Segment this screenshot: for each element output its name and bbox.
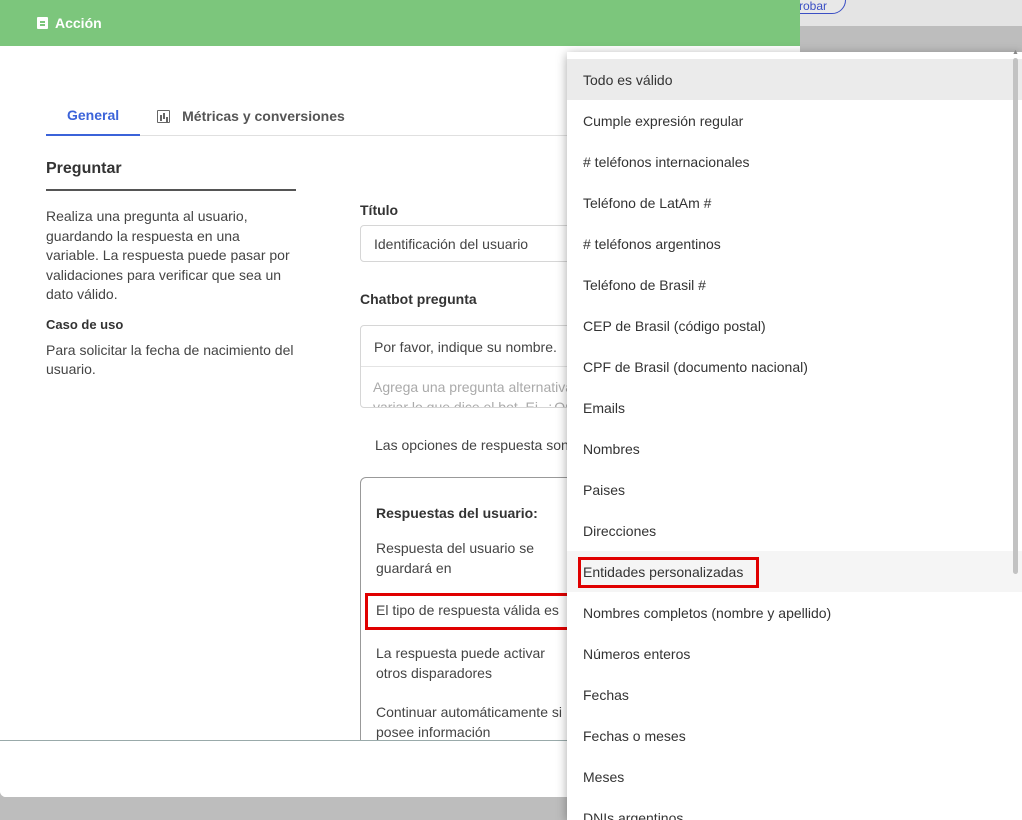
dropdown-option[interactable]: Paises (567, 469, 1022, 510)
alt-placeholder-line2: variar lo que dice el bot. Ej. ¿Qu (373, 399, 573, 408)
scroll-up-arrow-icon[interactable]: ▲ (1012, 49, 1019, 56)
title-input-value: Identificación del usuario (374, 235, 529, 252)
tab-general[interactable]: General (46, 96, 141, 136)
modal-header: Acción (0, 0, 800, 46)
dropdown-option[interactable]: Fechas o meses (567, 715, 1022, 756)
save-variable-text: Respuesta del usuario se guardará en (376, 540, 534, 576)
dropdown-option-label: Todo es válido (583, 71, 673, 88)
tab-general-label: General (67, 107, 120, 123)
use-case-text: Para solicitar la fecha de nacimiento de… (46, 341, 294, 378)
question-textbox: Por favor, indique su nombre. Agrega una… (360, 325, 600, 408)
dropdown-option-label: # teléfonos argentinos (583, 235, 721, 252)
dropdown-option-label: DNIs argentinos (583, 809, 684, 820)
highlight-box-custom-entities (578, 557, 759, 588)
dropdown-option[interactable]: Fechas (567, 674, 1022, 715)
bar-chart-icon (157, 109, 171, 123)
dropdown-option-label: Meses (583, 768, 625, 785)
dropdown-option[interactable]: Todo es válido (567, 59, 1022, 100)
auto-continue-text: Continuar automáticamente si posee infor… (376, 704, 562, 740)
dropdown-option-label: Emails (583, 399, 626, 416)
dropdown-option-label: CPF de Brasil (documento nacional) (583, 358, 808, 375)
dropdown-option[interactable]: CPF de Brasil (documento nacional) (567, 346, 1022, 387)
dropdown-option[interactable]: Nombres completos (nombre y apellido) (567, 592, 1022, 633)
title-input[interactable]: Identificación del usuario (360, 225, 600, 262)
dropdown-option[interactable]: # teléfonos internacionales (567, 141, 1022, 182)
dropdown-option-label: Números enteros (583, 645, 691, 662)
highlight-box-response-type (365, 593, 570, 630)
question-label: Chatbot pregunta (360, 291, 477, 307)
dropdown-option[interactable]: # teléfonos argentinos (567, 223, 1022, 264)
dropdown-option[interactable]: Nombres (567, 428, 1022, 469)
dropdown-option-label: Paises (583, 481, 626, 498)
dropdown-option-label: Direcciones (583, 522, 657, 539)
dropdown-option[interactable]: Cumple expresión regular (567, 100, 1022, 141)
user-responses-title: Respuestas del usuario: (376, 505, 538, 521)
dropdown-scrollbar[interactable] (1013, 58, 1018, 574)
title-label: Título (360, 202, 399, 218)
response-type-dropdown: Todo es válido Cumple expresión regular # … (567, 52, 1022, 820)
use-case-title: Caso de uso (46, 316, 124, 332)
dropdown-option[interactable]: Meses (567, 756, 1022, 797)
dropdown-option[interactable]: CEP de Brasil (código postal) (567, 305, 1022, 346)
question-input[interactable]: Por favor, indique su nombre. (361, 326, 599, 367)
action-info-panel: Preguntar Realiza una pregunta al usuari… (46, 160, 296, 380)
dropdown-option-label: Fechas o meses (583, 727, 686, 744)
dropdown-option-label: Teléfono de Brasil # (583, 276, 706, 293)
tab-metrics[interactable]: Métricas y conversiones (157, 96, 345, 136)
dropdown-option[interactable]: Números enteros (567, 633, 1022, 674)
dropdown-option-label: Cumple expresión regular (583, 112, 744, 129)
dropdown-option[interactable]: Emails (567, 387, 1022, 428)
dropdown-option-label: # teléfonos internacionales (583, 153, 750, 170)
dropdown-option-label: Nombres (583, 440, 640, 457)
question-input-value: Por favor, indique su nombre. (374, 339, 557, 355)
dropdown-option[interactable]: Teléfono de LatAm # (567, 182, 1022, 223)
tab-metrics-label: Métricas y conversiones (182, 108, 345, 124)
trigger-text: La respuesta puede activar otros dispara… (376, 645, 545, 681)
action-title: Preguntar (46, 160, 296, 191)
dropdown-option-label: Nombres completos (nombre y apellido) (583, 604, 832, 621)
dropdown-option[interactable]: Direcciones (567, 510, 1022, 551)
modal-title: Acción (55, 15, 102, 31)
response-options-text: Las opciones de respuesta son (375, 437, 569, 453)
tab-bar: General Métricas y conversiones (46, 96, 606, 136)
action-description: Realiza una pregunta al usuario, guardan… (46, 208, 290, 302)
alt-placeholder-line1: Agrega una pregunta alternativa (373, 379, 574, 395)
dropdown-option-label: Fechas (583, 686, 629, 703)
dropdown-option-label: CEP de Brasil (código postal) (583, 317, 766, 334)
dropdown-list: Todo es válido Cumple expresión regular # … (567, 59, 1022, 820)
dropdown-option[interactable]: Teléfono de Brasil # (567, 264, 1022, 305)
dropdown-option[interactable]: DNIs argentinos (567, 797, 1022, 820)
alternative-question-input[interactable]: Agrega una pregunta alternativa variar l… (361, 367, 599, 408)
clipboard-icon (37, 17, 48, 29)
dropdown-option-label: Teléfono de LatAm # (583, 194, 712, 211)
